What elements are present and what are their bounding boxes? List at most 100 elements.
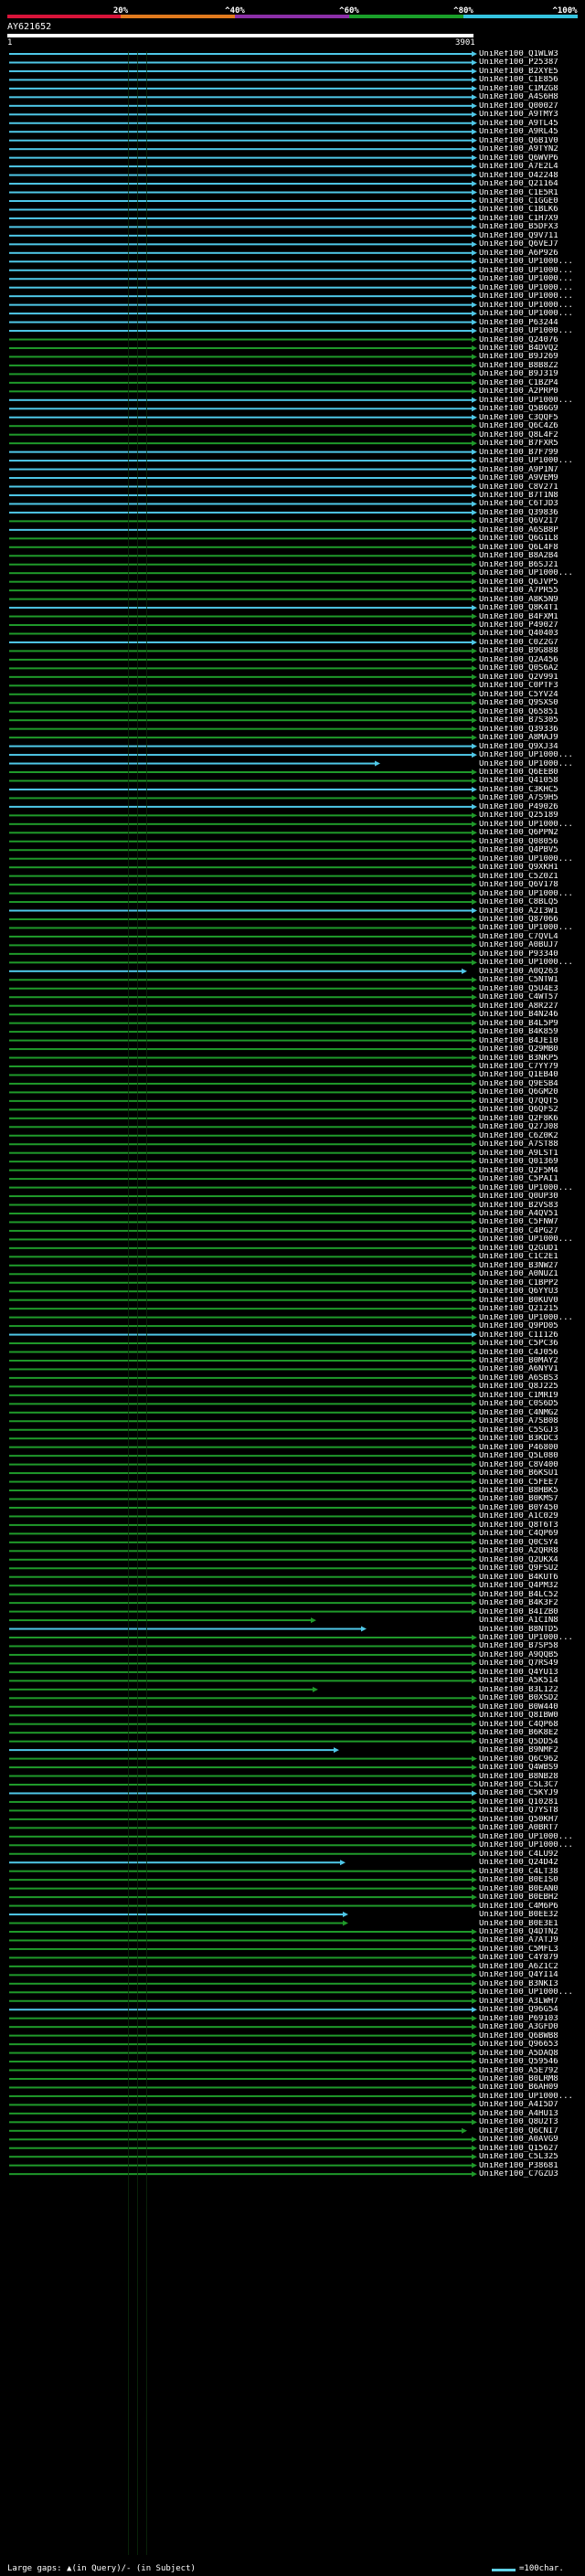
hit-bar[interactable] — [9, 1982, 472, 1985]
hit-bar[interactable] — [9, 1818, 472, 1820]
hit-bar[interactable] — [9, 390, 472, 393]
hit-bar[interactable] — [9, 1506, 472, 1509]
hit-bar[interactable] — [9, 156, 472, 159]
hit-label[interactable]: UniRef100_C4WT57 — [479, 993, 583, 1002]
hit-bar[interactable] — [9, 1723, 472, 1725]
hit-bar[interactable] — [9, 269, 472, 271]
hit-label[interactable]: UniRef100_Q01369 — [479, 1158, 583, 1166]
hit-label[interactable]: UniRef100_Q6G1L8 — [479, 535, 583, 543]
hit-label[interactable]: UniRef100_Q27J08 — [479, 1123, 583, 1131]
hit-label[interactable]: UniRef100_UP1000... — [479, 1314, 583, 1322]
hit-bar[interactable] — [9, 779, 472, 782]
hit-label[interactable]: UniRef100_UP1000... — [479, 2093, 583, 2101]
hit-bar[interactable] — [9, 2121, 472, 2124]
hit-bar[interactable] — [9, 460, 472, 462]
hit-label[interactable]: UniRef100_C8V271 — [479, 483, 583, 492]
hit-bar[interactable] — [9, 1757, 472, 1760]
hit-label[interactable]: UniRef100_UP1000... — [479, 292, 583, 301]
hit-label[interactable]: UniRef100_UP1000... — [479, 1184, 583, 1193]
hit-label[interactable]: UniRef100_Q9V711 — [479, 232, 583, 240]
hit-bar[interactable] — [9, 814, 472, 817]
hit-label[interactable]: UniRef100_B0E3E1 — [479, 1920, 583, 1928]
hit-label[interactable]: UniRef100_Q9FSU2 — [479, 1564, 583, 1573]
hit-bar[interactable] — [9, 165, 472, 168]
hit-label[interactable]: UniRef100_C5Z0Z1 — [479, 873, 583, 881]
hit-label[interactable]: UniRef100_UP1000... — [479, 569, 583, 578]
hit-bar[interactable] — [9, 468, 472, 471]
hit-bar[interactable] — [9, 2138, 472, 2141]
hit-label[interactable]: UniRef100_Q2F5M4 — [479, 1167, 583, 1175]
hit-bar[interactable] — [9, 537, 472, 540]
hit-label[interactable]: UniRef100_B5DFX3 — [479, 223, 583, 231]
hit-bar[interactable] — [9, 2173, 472, 2176]
hit-bar[interactable] — [9, 563, 472, 566]
hit-bar[interactable] — [9, 2069, 472, 2072]
hit-label[interactable]: UniRef100_B0KUV0 — [479, 1297, 583, 1305]
hit-bar[interactable] — [9, 2129, 462, 2132]
hit-bar[interactable] — [9, 1151, 472, 1154]
hit-label[interactable]: UniRef100_B8HBK5 — [479, 1487, 583, 1495]
hit-label[interactable]: UniRef100_A9TYN2 — [479, 145, 583, 154]
hit-label[interactable]: UniRef100_Q4PM32 — [479, 1582, 583, 1590]
hit-label[interactable]: UniRef100_Q0CSY4 — [479, 1539, 583, 1547]
hit-bar[interactable] — [9, 208, 472, 211]
hit-bar[interactable] — [9, 1394, 472, 1396]
hit-bar[interactable] — [9, 1161, 472, 1163]
hit-label[interactable]: UniRef100_Q24D42 — [479, 1859, 583, 1867]
hit-label[interactable]: UniRef100_C1I126 — [479, 1331, 583, 1340]
hit-bar[interactable] — [9, 857, 472, 860]
hit-label[interactable]: UniRef100_A7SB08 — [479, 1417, 583, 1426]
hit-label[interactable]: UniRef100_Q4WBS9 — [479, 1764, 583, 1772]
hit-bar[interactable] — [9, 1861, 340, 1864]
hit-label[interactable]: UniRef100_O42248 — [479, 172, 583, 180]
hit-label[interactable]: UniRef100_C4PG27 — [479, 1227, 583, 1235]
hit-bar[interactable] — [9, 303, 472, 306]
hit-bar[interactable] — [9, 892, 472, 895]
hit-label[interactable]: UniRef100_C5FEE7 — [479, 1479, 583, 1487]
hit-label[interactable]: UniRef100_Q5B6G9 — [479, 405, 583, 413]
hit-label[interactable]: UniRef100_B6K8E2 — [479, 1729, 583, 1737]
hit-bar[interactable] — [9, 321, 472, 323]
hit-bar[interactable] — [9, 313, 472, 315]
hit-label[interactable]: UniRef100_Q6VEJ7 — [479, 240, 583, 249]
hit-label[interactable]: UniRef100_B3L122 — [479, 1686, 583, 1694]
hit-label[interactable]: UniRef100_Q24076 — [479, 336, 583, 345]
hit-bar[interactable] — [9, 398, 472, 401]
hit-bar[interactable] — [9, 286, 472, 289]
hit-label[interactable]: UniRef100_C1E856 — [479, 76, 583, 84]
hit-label[interactable]: UniRef100_B7S305 — [479, 716, 583, 725]
hit-bar[interactable] — [9, 952, 472, 955]
hit-bar[interactable] — [9, 1575, 472, 1578]
hit-label[interactable]: UniRef100_B4K3F2 — [479, 1599, 583, 1607]
hit-bar[interactable] — [9, 338, 472, 341]
hit-bar[interactable] — [9, 1593, 472, 1595]
hit-bar[interactable] — [9, 970, 462, 972]
hit-bar[interactable] — [9, 875, 472, 877]
hit-bar[interactable] — [9, 364, 472, 366]
hit-bar[interactable] — [9, 433, 472, 436]
hit-bar[interactable] — [9, 607, 472, 610]
hit-label[interactable]: UniRef100_A2PRP0 — [479, 387, 583, 396]
hit-label[interactable]: UniRef100_A0Q263 — [479, 968, 583, 976]
hit-label[interactable]: UniRef100_C0PTF3 — [479, 682, 583, 690]
hit-label[interactable]: UniRef100_Q2A456 — [479, 656, 583, 664]
hit-label[interactable]: UniRef100_B3NKI3 — [479, 1980, 583, 1988]
hit-label[interactable]: UniRef100_UP1000... — [479, 397, 583, 405]
hit-label[interactable]: UniRef100_B0EBH2 — [479, 1893, 583, 1902]
hit-bar[interactable] — [9, 477, 472, 480]
hit-bar[interactable] — [9, 69, 472, 72]
hit-bar[interactable] — [9, 546, 472, 548]
hit-bar[interactable] — [9, 183, 472, 186]
hit-bar[interactable] — [9, 1472, 472, 1475]
hit-label[interactable]: UniRef100_Q40403 — [479, 630, 583, 638]
hit-bar[interactable] — [9, 2051, 472, 2054]
hit-bar[interactable] — [9, 1082, 472, 1085]
hit-label[interactable]: UniRef100_Q8L4F2 — [479, 431, 583, 440]
hit-bar[interactable] — [9, 1498, 472, 1500]
hit-label[interactable]: UniRef100_P49027 — [479, 621, 583, 630]
hit-label[interactable]: UniRef100_Q41058 — [479, 777, 583, 785]
hit-label[interactable]: UniRef100_C3QQF5 — [479, 414, 583, 422]
hit-label[interactable]: UniRef100_Q21215 — [479, 1305, 583, 1313]
hit-label[interactable]: UniRef100_A2QRR8 — [479, 1547, 583, 1555]
hit-bar[interactable] — [9, 1714, 472, 1717]
